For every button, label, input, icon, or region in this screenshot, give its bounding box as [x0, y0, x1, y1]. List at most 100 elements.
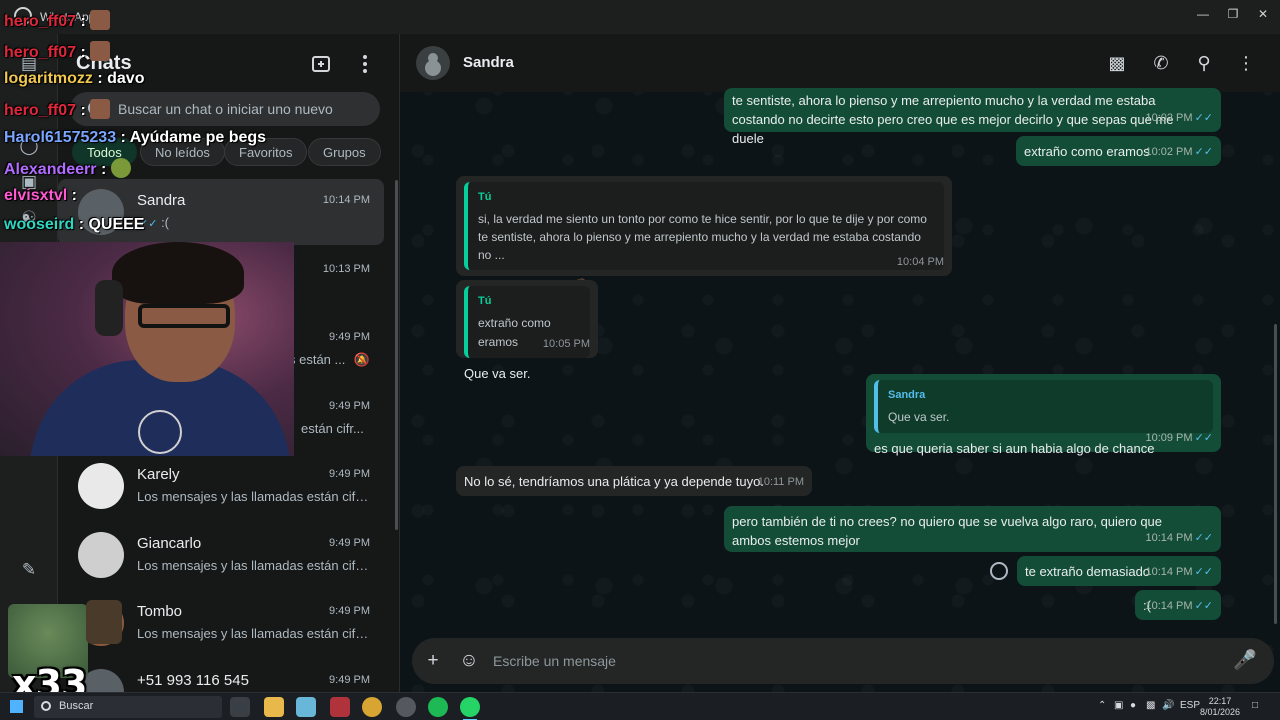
outgoing-message[interactable]: te sentiste, ahora lo pienso y me arrepi… [724, 88, 1221, 146]
message-composer[interactable]: + ☺ Escribe un mensaje 🎤 [412, 638, 1274, 684]
outgoing-message[interactable]: pero también de ti no crees? no quiero q… [724, 506, 1221, 552]
emote-icon [90, 41, 111, 61]
outgoing-message[interactable]: :( 10:14 PM ✓✓ [1135, 590, 1221, 620]
stream-chat-line: logaritmozz : davo [4, 70, 144, 88]
video-call-icon[interactable]: ▩ [1105, 51, 1129, 75]
chat-preview: Los mensajes y las llamadas están cifr..… [137, 558, 369, 573]
chat-time: 9:49 PM [329, 605, 370, 617]
chrome-icon[interactable] [362, 697, 382, 717]
stream-chat-user: wooseird [4, 216, 75, 233]
search-icon[interactable]: ⚲ [1192, 51, 1216, 75]
stream-chat-user: logaritmozz [4, 70, 93, 87]
windows-start-icon[interactable] [10, 700, 23, 713]
stream-chat-user: hero_ff07 [4, 13, 77, 30]
microphone-tray-icon[interactable]: ● [1130, 700, 1136, 711]
tray-app-icon[interactable]: ▣ [1114, 700, 1123, 711]
conversation-scrollbar[interactable] [1274, 324, 1277, 624]
close-icon[interactable]: ✕ [1250, 4, 1276, 24]
incoming-message[interactable]: Tú si, la verdad me siento un tonto por … [456, 176, 952, 293]
task-view-icon[interactable] [230, 697, 250, 717]
outgoing-message[interactable]: Sandra Que va ser. es que queria saber s… [866, 374, 1221, 456]
menu-icon[interactable] [354, 53, 376, 75]
chat-list-item[interactable]: +51 993 116 545 9:49 PM [58, 659, 384, 692]
language-indicator[interactable]: ESP [1180, 700, 1200, 711]
chat-list-item[interactable]: Karely 9:49 PM Los mensajes y las llamad… [58, 453, 384, 519]
stream-chat-user: hero_ff07 [4, 44, 77, 61]
message-input[interactable]: Escribe un mensaje [493, 653, 616, 669]
chat-name: +51 993 116 545 [137, 672, 249, 689]
chat-time: 9:49 PM [329, 674, 370, 686]
whatsapp-taskbar-icon[interactable] [460, 697, 480, 720]
spotify-icon[interactable] [428, 697, 448, 717]
message-time: 10:09 PM [1145, 432, 1193, 444]
chat-preview: Los mensajes y las llamadas están cifr..… [137, 626, 369, 641]
outgoing-message[interactable]: te extraño demasiado 10:14 PM ✓✓ [1017, 556, 1221, 586]
quote-author: Tú [478, 191, 492, 203]
stream-chat-message: : davo [97, 70, 145, 87]
chat-time: 9:49 PM [329, 400, 370, 412]
tray-chevron-icon[interactable]: ⌃ [1098, 700, 1106, 711]
minimize-icon[interactable]: — [1190, 4, 1216, 24]
outgoing-message[interactable]: extraño como eramos 10:02 PM ✓✓ [1016, 136, 1221, 166]
message-time: 10:14 PM [1145, 532, 1193, 544]
quoted-message[interactable]: Sandra Que va ser. [874, 380, 1213, 433]
phone-icon[interactable]: ✆ [1149, 51, 1173, 75]
search-placeholder: Buscar un chat o iniciar uno nuevo [118, 101, 333, 117]
message-text: pero también de ti no crees? no quiero q… [732, 514, 1163, 548]
media-icon[interactable]: ✎ [17, 558, 41, 582]
chat-list-item[interactable]: Sandra 10:14 PM ✓✓ :( [58, 179, 384, 245]
quoted-message[interactable]: Tú si, la verdad me siento un tonto por … [464, 182, 944, 270]
title-bar: WhatsApp — ❐ ✕ [0, 0, 1280, 34]
chat-name: Giancarlo [137, 535, 202, 552]
chat-preview-text: :( [161, 215, 170, 230]
microphone-icon[interactable]: 🎤 [1233, 649, 1257, 673]
search-input[interactable]: Buscar un chat o iniciar uno nuevo [70, 92, 380, 126]
contact-name[interactable]: Sandra [463, 54, 514, 71]
read-ticks-icon: ✓✓ [1194, 432, 1213, 444]
taskbar-search-label: Buscar [59, 700, 94, 712]
message-time: 10:14 PM [1145, 600, 1193, 612]
avatar [78, 532, 124, 578]
volume-icon[interactable]: 🔊 [1162, 700, 1174, 711]
notepad-icon[interactable] [296, 697, 316, 717]
message-time: 10:11 PM [757, 476, 804, 488]
emote-icon [110, 158, 131, 178]
new-chat-icon[interactable] [310, 53, 332, 75]
conversation-header: Sandra ▩ ✆ ⚲ ⋮ [400, 34, 1280, 92]
message-meta: 10:14 PM ✓✓ [1145, 597, 1213, 616]
menu-icon[interactable]: ⋮ [1234, 51, 1258, 75]
filter-chip-grupos[interactable]: Grupos [308, 138, 381, 166]
incoming-message[interactable]: Tú extraño como eramos Que va ser. 10:05… [456, 280, 598, 381]
shirt-logo-icon [138, 410, 182, 454]
contact-avatar[interactable] [416, 46, 450, 80]
sticker-icon[interactable]: ☺ [457, 649, 481, 673]
stream-chat-message: : [80, 44, 86, 61]
emote-icon [90, 10, 111, 30]
message-time: 10:02 PM [1145, 112, 1193, 124]
message-text: Que va ser. [464, 366, 531, 381]
read-ticks-icon: ✓✓ [1194, 146, 1213, 158]
attach-plus-icon[interactable]: + [421, 649, 445, 673]
search-icon [41, 701, 51, 711]
chat-time: 10:14 PM [322, 194, 370, 206]
taskbar-search[interactable]: Buscar [34, 696, 222, 718]
quote-text: si, la verdad me siento un tonto por com… [478, 212, 927, 262]
conversation-panel: Sandra ▩ ✆ ⚲ ⋮ te sentiste, ahora lo pie… [400, 34, 1280, 692]
stream-chat-user: elvisxtvl [4, 187, 68, 204]
obs-icon[interactable] [396, 697, 416, 717]
quote-author: Tú [478, 295, 492, 307]
emoji-reaction-icon[interactable] [990, 562, 1008, 580]
headset-icon [95, 280, 123, 336]
chat-preview: ✓✓ :( [137, 215, 369, 230]
taskbar-clock[interactable]: 22:17 8/01/2026 [1198, 696, 1242, 718]
notifications-icon[interactable]: □ [1252, 700, 1258, 711]
chat-list-item[interactable]: Giancarlo 9:49 PM Los mensajes y las lla… [58, 522, 384, 588]
restore-icon[interactable]: ❐ [1220, 4, 1246, 24]
chat-name: Karely [137, 466, 180, 483]
chat-list-scrollbar[interactable] [395, 180, 398, 530]
file-explorer-icon[interactable] [264, 697, 284, 717]
incoming-message[interactable]: No lo sé, tendríamos una plática y ya de… [456, 466, 812, 496]
app-icon[interactable] [330, 697, 350, 717]
network-icon[interactable]: ▩ [1146, 700, 1155, 711]
read-ticks-icon: ✓✓ [1194, 600, 1213, 612]
